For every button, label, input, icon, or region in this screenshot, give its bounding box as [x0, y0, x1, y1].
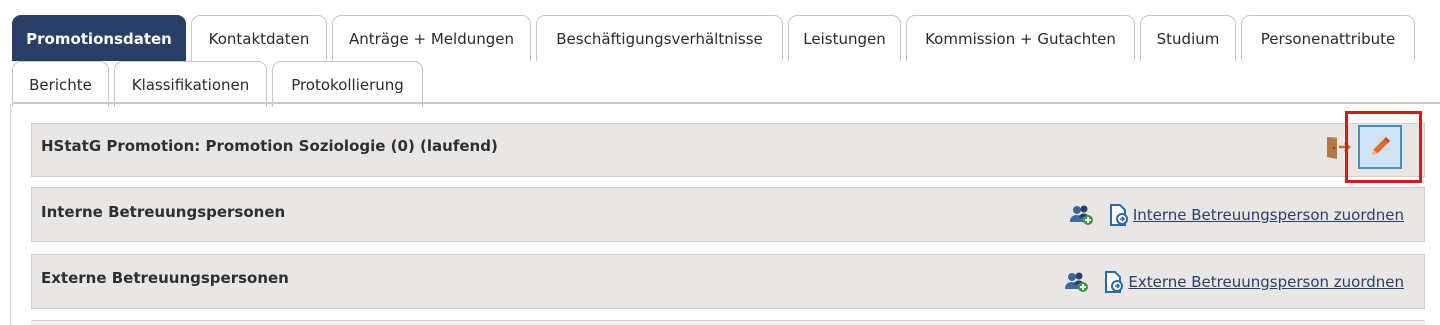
document-link-icon[interactable]	[1104, 271, 1124, 293]
tab-protokollierung[interactable]: Protokollierung	[272, 61, 423, 107]
promotion-title: HStatG Promotion: Promotion Soziologie (…	[41, 137, 498, 155]
edit-button[interactable]	[1358, 125, 1402, 169]
internal-actions: Interne Betreuungsperson zuordnen	[1069, 204, 1404, 226]
users-add-icon[interactable]	[1069, 204, 1095, 226]
external-actions: Externe Betreuungsperson zuordnen	[1064, 271, 1404, 293]
exit-door-icon[interactable]	[1325, 135, 1351, 159]
external-supervisors-panel: Externe Betreuungspersonen Externe Betre…	[31, 254, 1425, 309]
tab-promotionsdaten[interactable]: Promotionsdaten	[12, 15, 186, 61]
pencil-edit-icon	[1368, 135, 1392, 159]
next-panel-edge	[31, 320, 1425, 325]
tab-antraege-meldungen[interactable]: Anträge + Meldungen	[332, 15, 531, 61]
assign-external-supervisor-link[interactable]: Externe Betreuungsperson zuordnen	[1128, 273, 1404, 291]
users-add-icon[interactable]	[1064, 271, 1090, 293]
tab-kommission-gutachten[interactable]: Kommission + Gutachten	[906, 15, 1135, 61]
tab-berichte[interactable]: Berichte	[12, 61, 109, 107]
tab-beschaeftigungsverhaeltnisse[interactable]: Beschäftigungsverhältnisse	[536, 15, 783, 61]
internal-supervisors-panel: Interne Betreuungspersonen Interne Betre…	[31, 187, 1425, 242]
document-link-icon[interactable]	[1109, 204, 1129, 226]
internal-supervisors-title: Interne Betreuungspersonen	[41, 203, 286, 221]
tab-leistungen[interactable]: Leistungen	[788, 15, 901, 61]
tab-studium[interactable]: Studium	[1140, 15, 1236, 61]
promotion-panel: HStatG Promotion: Promotion Soziologie (…	[31, 123, 1425, 177]
assign-internal-supervisor-link[interactable]: Interne Betreuungsperson zuordnen	[1133, 206, 1404, 224]
external-supervisors-title: Externe Betreuungspersonen	[41, 269, 289, 287]
tab-row-1: Promotionsdaten Kontaktdaten Anträge + M…	[12, 15, 1415, 61]
tab-klassifikationen[interactable]: Klassifikationen	[114, 61, 267, 107]
tab-row-2: Berichte Klassifikationen Protokollierun…	[12, 61, 423, 107]
tab-kontaktdaten[interactable]: Kontaktdaten	[191, 15, 327, 61]
tab-personenattribute[interactable]: Personenattribute	[1241, 15, 1415, 61]
